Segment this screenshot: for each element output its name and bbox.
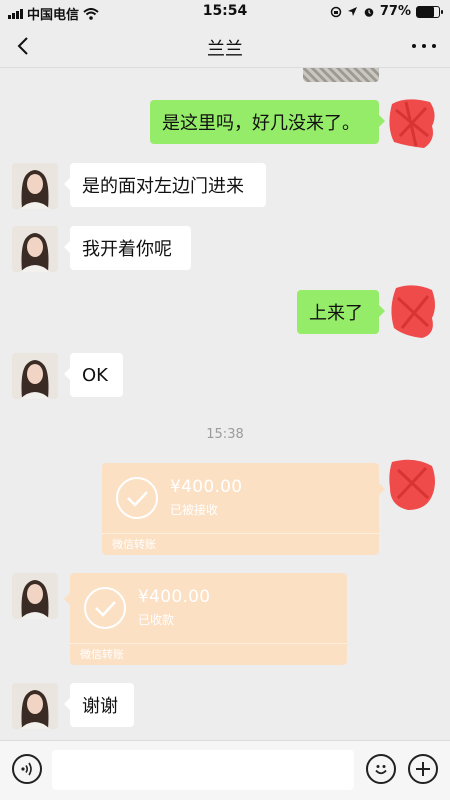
message-text: 谢谢: [82, 696, 118, 717]
transfer-amount: ¥400.00: [170, 477, 243, 497]
voice-button[interactable]: [12, 754, 42, 784]
status-right: 77%: [330, 4, 443, 19]
redacted-avatar: [386, 456, 438, 512]
plus-button[interactable]: [408, 754, 438, 784]
redacted-avatar: [388, 282, 438, 340]
message-text: 是这里吗，好几没来了。: [162, 113, 360, 134]
incoming-message[interactable]: 谢谢: [64, 683, 134, 727]
chat-title: 兰兰: [207, 39, 243, 60]
contact-avatar[interactable]: [12, 226, 58, 272]
battery-icon: [416, 5, 443, 18]
contact-avatar[interactable]: [12, 573, 58, 619]
redacted-avatar: [386, 96, 438, 150]
check-circle-icon: [84, 587, 126, 629]
outgoing-message[interactable]: 上来了: [297, 290, 385, 334]
transfer-label: 微信转账: [70, 643, 347, 665]
orientation-lock-icon: [330, 6, 342, 17]
transfer-status: 已被接收: [170, 503, 219, 517]
chat-timestamp: 15:38: [206, 427, 244, 442]
input-bar: [0, 740, 450, 800]
incoming-message[interactable]: OK: [64, 353, 123, 397]
status-bar: 中国电信 15:54 77%: [0, 0, 450, 24]
chat-header: 兰兰: [0, 24, 450, 68]
battery-fill: [417, 6, 434, 17]
incoming-message[interactable]: 我开着你呢: [64, 226, 191, 270]
emoji-icon: [375, 765, 387, 775]
transfer-label: 微信转账: [102, 533, 379, 555]
location-arrow-icon: [347, 7, 357, 16]
contact-avatar[interactable]: [12, 353, 58, 399]
message-input[interactable]: [52, 750, 354, 790]
previous-image-message[interactable]: [303, 68, 379, 82]
outgoing-transfer-card[interactable]: ¥400.00 已被接收 微信转账: [102, 463, 385, 555]
more-dots-icon: [412, 44, 416, 48]
incoming-transfer-card[interactable]: ¥400.00 已收款 微信转账: [64, 573, 347, 665]
contact-avatar[interactable]: [12, 683, 58, 729]
voice-icon: [21, 762, 32, 776]
transfer-status: 已收款: [138, 613, 175, 627]
incoming-message[interactable]: 是的面对左边门进来: [64, 163, 266, 207]
battery-percent: 77%: [379, 4, 411, 19]
message-text: OK: [82, 364, 108, 386]
more-button[interactable]: [412, 34, 436, 58]
message-text: 上来了: [309, 303, 363, 324]
message-text: 我开着你呢: [82, 239, 172, 260]
check-circle-icon: [116, 477, 158, 519]
alarm-icon: [364, 7, 374, 17]
outgoing-message[interactable]: 是这里吗，好几没来了。: [150, 100, 385, 144]
emoji-button[interactable]: [366, 754, 396, 784]
contact-avatar[interactable]: [12, 163, 58, 209]
plus-icon: [416, 762, 430, 776]
transfer-amount: ¥400.00: [138, 587, 211, 607]
message-text: 是的面对左边门进来: [82, 176, 244, 197]
